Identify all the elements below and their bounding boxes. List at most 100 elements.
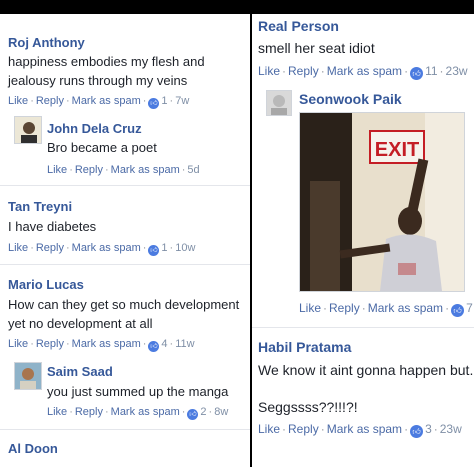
exit-sign-text: EXIT [375, 139, 419, 161]
separator: · [169, 338, 174, 350]
reply-text: Bro became a poet [47, 140, 157, 155]
mark-spam-link[interactable]: Mark as spam [72, 338, 141, 350]
reply-author-name[interactable]: Seonwook Paik [299, 91, 402, 107]
commenter-name[interactable]: Mario Lucas [8, 277, 84, 292]
separator: · [30, 95, 34, 107]
separator: · [320, 422, 325, 436]
timestamp[interactable]: 10w [175, 242, 195, 254]
reply-link[interactable]: Reply [36, 242, 64, 254]
mark-spam-link[interactable]: Mark as spam [327, 422, 402, 436]
separator: · [65, 338, 70, 350]
comment-actions: Like · Reply · Mark as spam · 👍︎ 3 · 23w [258, 422, 462, 438]
comment-actions: Like · Reply · Mark as spam · 👍︎ 1 · 7w [8, 95, 189, 109]
like-link[interactable]: Like [8, 338, 28, 350]
separator: · [282, 64, 287, 78]
separator: · [65, 242, 70, 254]
separator: · [104, 406, 109, 418]
thumbs-up-icon: 👍︎ [148, 245, 160, 256]
separator: · [282, 422, 287, 436]
comment-actions: Like · Reply · Mark as spam · 👍︎ 4 · 11w [8, 338, 195, 352]
reply-text: you just summed up the manga [47, 384, 229, 399]
screenshot-canvas: Roj Anthony happiness embodies my flesh … [0, 0, 474, 467]
thumbs-up-icon: 👍︎ [410, 425, 424, 438]
thumbs-up-icon: 👍︎ [187, 409, 199, 420]
comments-column-right: Real Person smell her seat idiot Like · Re… [252, 14, 474, 467]
person-avatar-icon [267, 91, 291, 115]
mark-spam-link[interactable]: Mark as spam [111, 406, 180, 418]
commenter-name[interactable]: Al Doon [8, 441, 58, 456]
separator: · [433, 422, 438, 436]
separator: · [30, 242, 34, 254]
comment-text: Seggssss??!!!?! [258, 399, 358, 415]
comment-divider [0, 264, 250, 265]
like-count[interactable]: 3 [425, 422, 432, 436]
comment-divider [252, 327, 474, 328]
mark-spam-link[interactable]: Mark as spam [327, 64, 402, 78]
like-link[interactable]: Like [47, 164, 67, 176]
separator: · [142, 95, 147, 107]
separator: · [181, 406, 186, 418]
person-avatar-icon [15, 363, 41, 389]
comment-divider [0, 429, 250, 430]
separator: · [30, 338, 34, 350]
avatar[interactable] [266, 90, 292, 116]
reply-author-name[interactable]: Saim Saad [47, 364, 113, 379]
comment-actions: Like · Reply · Mark as spam · 👍︎ 1 · 10w [8, 242, 195, 256]
timestamp[interactable]: 8w [214, 406, 228, 418]
thumbs-up-icon: 👍︎ [148, 98, 160, 109]
reply-link[interactable]: Reply [329, 301, 360, 315]
avatar[interactable] [14, 116, 42, 144]
reply-actions: Like · Reply · Mark as spam · 👍︎ 2 · 8w [47, 406, 228, 420]
separator: · [361, 301, 366, 315]
like-link[interactable]: Like [47, 406, 67, 418]
commenter-name[interactable]: Real Person [258, 18, 339, 34]
like-count[interactable]: 7 [466, 301, 473, 315]
mark-spam-link[interactable]: Mark as spam [72, 95, 141, 107]
reply-author-name[interactable]: John Dela Cruz [47, 121, 142, 136]
comment-text: happiness embodies my flesh and [8, 54, 205, 69]
like-count[interactable]: 11 [425, 64, 437, 78]
separator: · [320, 64, 325, 78]
reply-link[interactable]: Reply [36, 95, 64, 107]
like-link[interactable]: Like [299, 301, 321, 315]
separator: · [142, 338, 147, 350]
reply-link[interactable]: Reply [75, 406, 103, 418]
timestamp[interactable]: 7w [175, 95, 189, 107]
commenter-name[interactable]: Roj Anthony [8, 35, 85, 50]
meme-image[interactable]: EXIT [299, 112, 465, 292]
like-link[interactable]: Like [8, 95, 28, 107]
timestamp[interactable]: 5d [187, 164, 199, 176]
timestamp[interactable]: 23w [440, 422, 462, 436]
timestamp[interactable]: 11w [175, 338, 194, 350]
comment-actions: Like · Reply · Mark as spam · 👍︎ 11 · 23w [258, 64, 468, 80]
timestamp[interactable]: 23w [446, 64, 468, 78]
mark-spam-link[interactable]: Mark as spam [72, 242, 141, 254]
separator: · [404, 64, 409, 78]
separator: · [69, 164, 73, 176]
like-link[interactable]: Like [258, 64, 280, 78]
like-link[interactable]: Like [258, 422, 280, 436]
avatar[interactable] [14, 362, 42, 390]
mark-spam-link[interactable]: Mark as spam [368, 301, 443, 315]
mark-spam-link[interactable]: Mark as spam [111, 164, 180, 176]
commenter-name[interactable]: Habil Pratama [258, 339, 351, 355]
separator: · [142, 242, 147, 254]
separator: · [439, 64, 444, 78]
reply-link[interactable]: Reply [288, 64, 319, 78]
comment-text: smell her seat idiot [258, 40, 375, 56]
like-link[interactable]: Like [8, 242, 28, 254]
reply-link[interactable]: Reply [36, 338, 64, 350]
comment-divider [0, 185, 250, 186]
separator: · [169, 95, 174, 107]
separator: · [104, 164, 109, 176]
separator: · [445, 301, 450, 315]
separator: · [404, 422, 409, 436]
person-avatar-icon [15, 117, 41, 143]
reply-actions: Like · Reply · Mark as spam · 👍︎ 7 [299, 301, 473, 317]
separator: · [181, 164, 186, 176]
reply-link[interactable]: Reply [75, 164, 103, 176]
commenter-name[interactable]: Tan Treyni [8, 199, 72, 214]
separator: · [169, 242, 174, 254]
separator: · [208, 406, 213, 418]
reply-link[interactable]: Reply [288, 422, 319, 436]
